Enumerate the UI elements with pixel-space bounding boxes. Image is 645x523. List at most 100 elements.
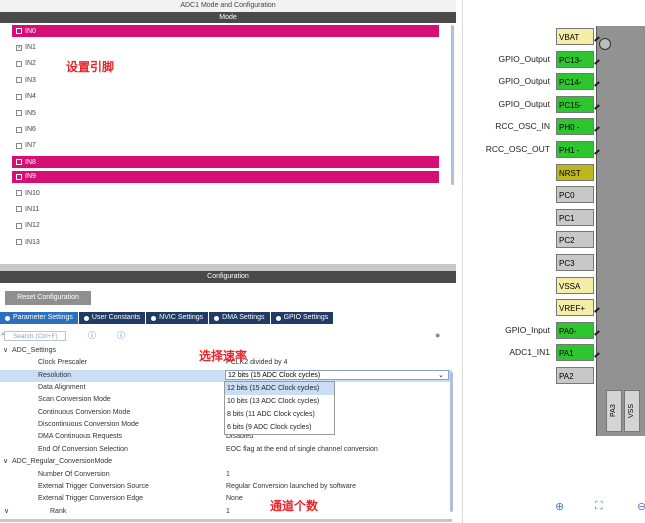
pin-ph1[interactable]: PH1 - xyxy=(556,141,594,158)
channel-item[interactable]: IN13 xyxy=(0,234,456,250)
channel-checkbox[interactable] xyxy=(16,93,22,100)
pin-pc2[interactable]: PC2 xyxy=(556,231,594,249)
param-value[interactable]: Regular Conversion launched by software xyxy=(226,481,356,493)
channel-item[interactable]: IN8 xyxy=(12,156,439,169)
channel-checkbox[interactable] xyxy=(16,159,22,166)
resolution-option[interactable]: 10 bits (13 ADC Clock cycles) xyxy=(225,395,334,408)
channel-item[interactable]: ✓ IN1 xyxy=(0,39,456,55)
channel-item[interactable]: IN4 xyxy=(0,89,456,105)
channel-checkbox[interactable] xyxy=(16,173,22,180)
param-value[interactable]: None xyxy=(226,493,243,505)
channel-label: IN2 xyxy=(25,60,36,68)
params-scrollbar[interactable] xyxy=(450,372,453,512)
channel-item[interactable]: IN0 xyxy=(12,25,439,37)
pin-pa3[interactable]: PA3 xyxy=(606,390,622,432)
pin-vssa[interactable]: VSSA xyxy=(556,276,594,294)
tab-parameter-settings[interactable]: Parameter Settings xyxy=(0,312,79,324)
resolution-selected-value: 12 bits (15 ADC Clock cycles) xyxy=(228,372,321,379)
reset-configuration-button[interactable]: Reset Configuration xyxy=(5,291,91,305)
filter-icon[interactable]: ⓘ xyxy=(117,330,125,341)
param-row[interactable]: Number Of Conversion 1 xyxy=(0,469,452,481)
pin-ph0[interactable]: PH0 - xyxy=(556,118,594,136)
channel-checkbox[interactable] xyxy=(16,60,22,67)
help-icon[interactable]: ● xyxy=(435,330,440,340)
tab-user-constants[interactable]: User Constants xyxy=(79,312,147,324)
pin-pa0[interactable]: PA0- xyxy=(556,321,594,339)
tab-gpio-settings[interactable]: GPIO Settings xyxy=(271,312,335,324)
channel-checkbox[interactable] xyxy=(16,28,22,34)
channel-item[interactable]: IN10 xyxy=(0,185,456,201)
mcu-package xyxy=(596,26,645,436)
channel-checkbox[interactable] xyxy=(16,142,22,149)
pin-vref[interactable]: VREF+ xyxy=(556,299,594,317)
resolution-option[interactable]: 8 bits (11 ADC Clock cycles) xyxy=(225,408,334,421)
channel-item[interactable]: IN5 xyxy=(0,105,456,121)
param-group-row[interactable]: Rank ∨ 1 xyxy=(0,506,452,518)
channel-item[interactable]: IN6 xyxy=(0,121,456,137)
window-title: ADC1 Mode and Configuration xyxy=(0,0,456,12)
channel-checkbox[interactable] xyxy=(16,77,22,84)
resolution-dropdown[interactable]: 12 bits (15 ADC Clock cycles) ⌄ xyxy=(225,370,449,380)
pin-pa1[interactable]: PA1 xyxy=(556,344,594,362)
expand-chevron-icon[interactable]: ∨ xyxy=(4,506,9,518)
channel-item[interactable]: IN9 xyxy=(12,170,439,183)
pin-signal-label: GPIO_Output xyxy=(498,53,551,64)
resolution-option[interactable]: 6 bits (9 ADC Clock cycles) xyxy=(225,421,334,434)
panel-divider[interactable] xyxy=(0,264,456,271)
param-row[interactable]: External Trigger Conversion Source Regula… xyxy=(0,481,452,493)
resolution-option[interactable]: 12 bits (15 ADC Clock cycles) xyxy=(225,382,334,395)
pin-pa2[interactable]: PA2 xyxy=(556,367,594,384)
pin-pc15[interactable]: PC15- xyxy=(556,95,594,113)
info-icon[interactable]: ⓘ xyxy=(88,330,96,341)
param-group-row[interactable]: ADC_Regular_ConversionMode ∨ xyxy=(0,456,452,468)
expand-chevron-icon[interactable]: ∨ xyxy=(3,345,8,357)
channel-label: IN11 xyxy=(25,205,40,213)
channel-label: IN8 xyxy=(25,158,36,166)
channel-checkbox[interactable] xyxy=(16,222,22,229)
channel-checkbox[interactable] xyxy=(16,206,22,213)
tab-dot-icon xyxy=(83,315,89,321)
zoom-out-icon[interactable]: ⊖ xyxy=(637,500,645,513)
tab-nvic-settings[interactable]: NVIC Settings xyxy=(146,312,210,324)
expand-chevron-icon[interactable]: ∨ xyxy=(3,456,8,468)
channel-checkbox[interactable] xyxy=(16,110,22,117)
search-input[interactable]: Search (Ctrl+F) xyxy=(4,331,66,341)
tab-dma-settings[interactable]: DMA Settings xyxy=(209,312,271,324)
zoom-in-icon[interactable]: ⊕ xyxy=(555,500,564,513)
param-value[interactable]: EOC flag at the end of single channel co… xyxy=(226,444,378,456)
pin-signal-label: GPIO_Output xyxy=(498,98,551,109)
config-tabs: Parameter Settings User Constants NVIC Set… xyxy=(0,312,335,324)
param-value[interactable]: 1 xyxy=(226,469,230,481)
horizontal-scrollbar[interactable] xyxy=(0,519,452,522)
tab-dot-icon xyxy=(214,315,220,321)
param-value[interactable]: 1 xyxy=(226,506,230,518)
channel-label: IN1 xyxy=(25,44,36,52)
tab-label: GPIO Settings xyxy=(283,314,329,321)
param-row[interactable]: End Of Conversion Selection EOC flag at t… xyxy=(0,444,452,456)
pin-vss[interactable]: VSS xyxy=(624,390,640,432)
channel-checkbox[interactable] xyxy=(16,190,22,197)
pin-signal-label: ADC1_IN1 xyxy=(509,347,550,358)
channel-label: IN5 xyxy=(25,109,36,117)
pin-pc1[interactable]: PC1 xyxy=(556,208,594,226)
pin-pc0[interactable]: PC0 xyxy=(556,186,594,204)
pin-pc14[interactable]: PC14- xyxy=(556,73,594,91)
channel-checkbox[interactable]: ✓ xyxy=(16,44,22,51)
tab-dot-icon xyxy=(275,315,281,321)
channel-label: IN12 xyxy=(25,222,40,230)
pin-pc3[interactable]: PC3 xyxy=(556,254,594,271)
mode-scrollbar[interactable] xyxy=(451,25,454,185)
channel-item[interactable]: IN12 xyxy=(0,218,456,234)
channel-checkbox[interactable] xyxy=(16,239,22,246)
fit-screen-icon[interactable]: ⛶ xyxy=(595,500,603,513)
param-row[interactable]: External Trigger Conversion Edge None xyxy=(0,493,452,505)
pin-pc13[interactable]: PC13- xyxy=(556,50,594,68)
annotation-set-pin: 设置引脚 xyxy=(66,60,115,74)
channel-checkbox[interactable] xyxy=(16,126,22,133)
channel-item[interactable]: IN11 xyxy=(0,201,456,217)
pin-vbat[interactable]: VBAT xyxy=(556,28,594,45)
param-name: External Trigger Conversion Source xyxy=(38,482,149,490)
channel-item[interactable]: IN7 xyxy=(0,138,456,154)
channel-label: IN13 xyxy=(25,238,40,246)
pin-nrst[interactable]: NRST xyxy=(556,163,594,181)
